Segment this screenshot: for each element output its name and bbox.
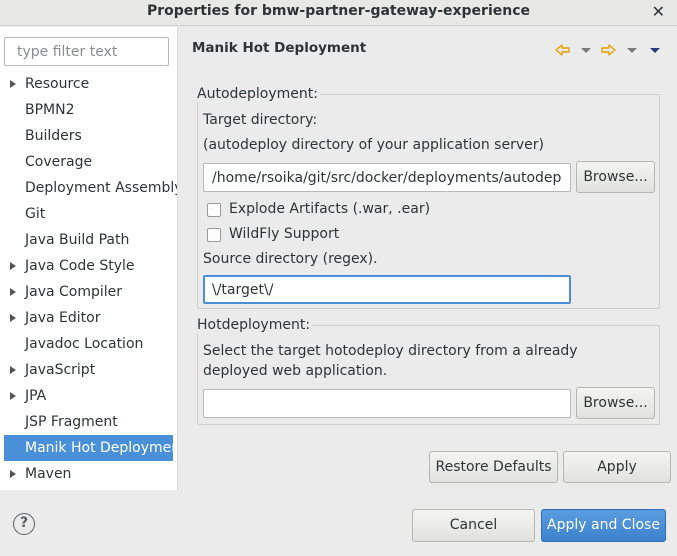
- tree-item-label: Deployment Assembly: [25, 180, 177, 196]
- tree-item[interactable]: Maven: [0, 461, 177, 487]
- browse-hotdeploy-button[interactable]: Browse...: [576, 387, 655, 419]
- page-title: Manik Hot Deployment: [192, 40, 367, 56]
- wildfly-support-checkbox[interactable]: [207, 228, 221, 242]
- tree-item[interactable]: JavaScript: [0, 357, 177, 383]
- tree-item[interactable]: Coverage: [0, 149, 177, 175]
- expand-arrow-icon[interactable]: [10, 392, 16, 400]
- forward-menu-chevron-icon[interactable]: [624, 42, 640, 58]
- tree-item[interactable]: JSP Fragment: [0, 409, 177, 435]
- tree-item[interactable]: Deployment Assembly: [0, 175, 177, 201]
- tree-item-label: JPA: [25, 388, 47, 404]
- apply-and-close-button[interactable]: Apply and Close: [541, 509, 666, 542]
- autodeployment-group-label: Autodeployment:: [197, 86, 320, 102]
- tree-item-label: Java Build Path: [25, 232, 130, 248]
- tree-item[interactable]: JPA: [0, 383, 177, 409]
- tree-item-label: BPMN2: [25, 102, 75, 118]
- expand-arrow-icon[interactable]: [10, 366, 16, 374]
- tree-item[interactable]: Java Editor: [0, 305, 177, 331]
- target-directory-input[interactable]: [203, 163, 571, 192]
- tree-item[interactable]: Java Build Path: [0, 227, 177, 253]
- expand-arrow-icon[interactable]: [10, 262, 16, 270]
- source-directory-input[interactable]: [203, 275, 571, 304]
- window-title: Properties for bmw-partner-gateway-exper…: [146, 3, 531, 19]
- tree-item-label: Java Compiler: [25, 284, 123, 300]
- hotdeployment-group: Hotdeployment: Select the target hotodep…: [197, 317, 660, 425]
- tree-item-label: JSP Fragment: [25, 414, 118, 430]
- hotdeploy-hint-line-1: Select the target hotodeploy directory f…: [203, 343, 578, 359]
- tree-item-label: Java Editor: [25, 310, 101, 326]
- back-menu-chevron-icon[interactable]: [578, 42, 594, 58]
- explode-artifacts-label[interactable]: Explode Artifacts (.war, .ear): [229, 201, 430, 217]
- tree-item-label: Builders: [25, 128, 82, 144]
- filter-input[interactable]: [4, 37, 169, 66]
- back-arrow-icon[interactable]: [555, 42, 571, 58]
- target-directory-hint: (autodeploy directory of your applicatio…: [203, 137, 544, 153]
- preference-tree: Resource BPMN2 Builders Coverage Deployment …: [0, 71, 177, 487]
- forward-arrow-icon[interactable]: [600, 42, 616, 58]
- apply-button[interactable]: Apply: [563, 451, 671, 483]
- tree-item-label: Manik Hot Deployment: [25, 440, 173, 456]
- tree-item[interactable]: Git: [0, 201, 177, 227]
- expand-arrow-icon[interactable]: [10, 470, 16, 478]
- cancel-button[interactable]: Cancel: [412, 509, 535, 542]
- tree-item-label: Resource: [25, 76, 90, 92]
- tree-item[interactable]: Resource: [0, 71, 177, 97]
- view-menu-icon[interactable]: [647, 42, 663, 58]
- tree-item-label: Javadoc Location: [25, 336, 144, 352]
- hotdeployment-group-label: Hotdeployment:: [197, 317, 313, 333]
- tree-item[interactable]: Manik Hot Deployment: [4, 435, 173, 461]
- tree-item[interactable]: Java Compiler: [0, 279, 177, 305]
- autodeployment-group: Autodeployment: Target directory: (autod…: [197, 86, 660, 309]
- tree-item[interactable]: Java Code Style: [0, 253, 177, 279]
- restore-defaults-button[interactable]: Restore Defaults: [429, 451, 558, 483]
- title-bar: Properties for bmw-partner-gateway-exper…: [0, 0, 677, 26]
- tree-item[interactable]: Builders: [0, 123, 177, 149]
- hotdeploy-directory-input[interactable]: [203, 389, 571, 418]
- browse-target-button[interactable]: Browse...: [576, 161, 655, 193]
- help-icon[interactable]: ?: [13, 513, 35, 535]
- property-page: Manik Hot Deployment Autodeployment: Tar…: [179, 27, 677, 490]
- expand-arrow-icon[interactable]: [10, 288, 16, 296]
- target-directory-label: Target directory:: [203, 112, 318, 128]
- tree-item-label: Coverage: [25, 154, 93, 170]
- wildfly-support-label[interactable]: WildFly Support: [229, 226, 339, 242]
- close-icon[interactable]: ✕: [652, 2, 665, 21]
- preference-tree-panel: Resource BPMN2 Builders Coverage Deployment …: [0, 27, 178, 490]
- expand-arrow-icon[interactable]: [10, 80, 16, 88]
- source-directory-label: Source directory (regex).: [203, 251, 378, 267]
- tree-item-label: Maven: [25, 466, 72, 482]
- tree-item-label: Java Code Style: [25, 258, 135, 274]
- tree-item-label: JavaScript: [25, 362, 96, 378]
- hotdeploy-hint-line-2: deployed web application.: [203, 363, 388, 379]
- tree-item-label: Git: [25, 206, 46, 222]
- tree-item[interactable]: BPMN2: [0, 97, 177, 123]
- explode-artifacts-checkbox[interactable]: [207, 203, 221, 217]
- expand-arrow-icon[interactable]: [10, 314, 16, 322]
- tree-item[interactable]: Javadoc Location: [0, 331, 177, 357]
